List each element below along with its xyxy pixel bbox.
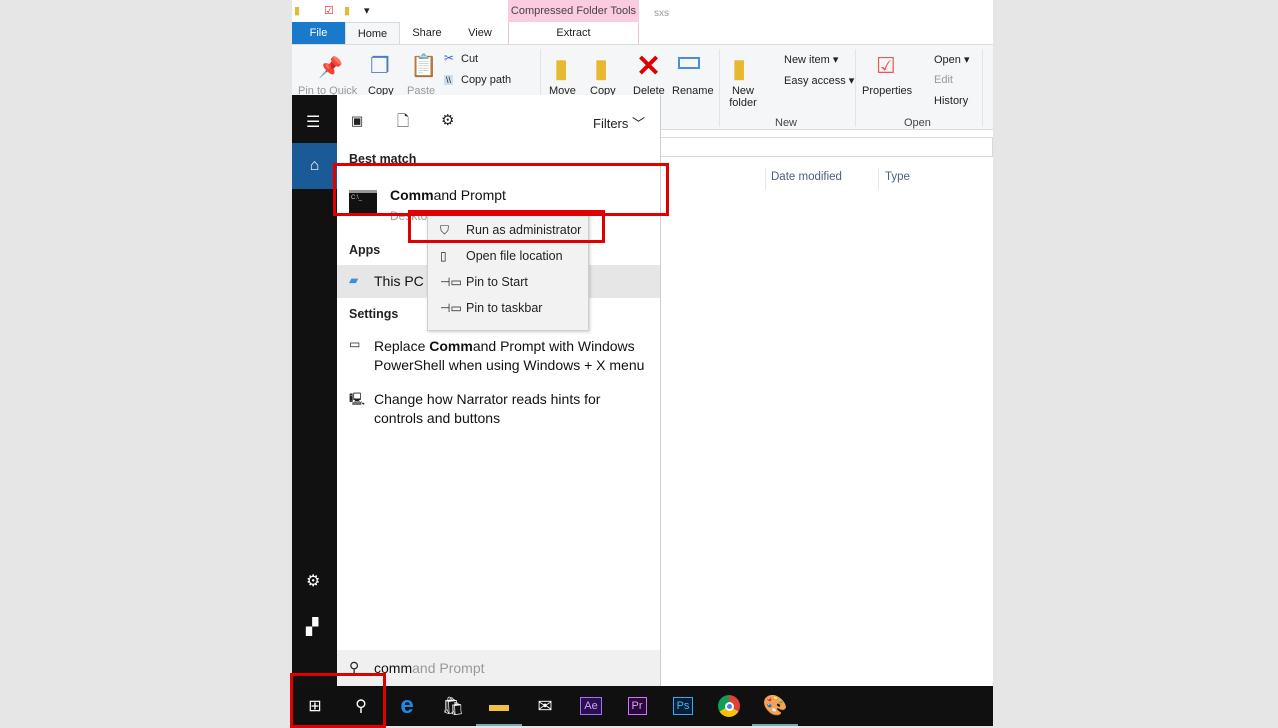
home-icon[interactable]: ⌂ xyxy=(292,143,337,189)
easy-access-button[interactable]: Easy access ▾ xyxy=(784,74,854,87)
column-type[interactable]: Type xyxy=(885,168,910,190)
window-title: sxs xyxy=(654,8,669,19)
premiere-icon[interactable]: Pr xyxy=(614,686,660,726)
ps-label: Ps xyxy=(672,697,694,715)
properties-icon[interactable]: ☑ xyxy=(324,4,334,20)
chevron-down-icon: ﹀ xyxy=(632,116,646,131)
mail-icon[interactable]: ✉ xyxy=(522,686,568,726)
settings-icon[interactable]: ⚙ xyxy=(306,571,320,591)
highlight-box-best-match xyxy=(333,163,669,216)
history-button[interactable]: History xyxy=(934,95,968,107)
highlight-box-start-search xyxy=(290,673,386,728)
tab-share[interactable]: Share xyxy=(402,22,452,44)
pin-icon: ⊣▭ xyxy=(440,275,462,289)
tab-file[interactable]: File xyxy=(292,22,345,44)
s-pre: Replace xyxy=(374,338,430,354)
folder-icon[interactable]: ▮ xyxy=(294,4,300,20)
new-folder-icon[interactable]: ▮ xyxy=(344,4,350,20)
pin-icon: ⊣▭ xyxy=(440,301,462,315)
menu-label: Pin to Start xyxy=(466,275,528,289)
start-rail: ☰ ⌂ ⚙ ▞ xyxy=(292,95,337,686)
column-divider[interactable] xyxy=(878,168,879,190)
paste-icon: 📋 xyxy=(410,53,438,78)
narrator-icon: 🖳 xyxy=(349,392,366,406)
customize-qat-icon[interactable]: ▾ xyxy=(364,4,370,20)
new-item-button[interactable]: New item ▾ xyxy=(784,53,838,66)
edit-button[interactable]: Edit xyxy=(934,74,953,86)
column-date-modified[interactable]: Date modified xyxy=(771,168,842,190)
copy-path-icon: \\ xyxy=(444,75,454,85)
filters-label: Filters xyxy=(593,116,629,131)
cut-icon: ✂ xyxy=(444,51,455,65)
settings-filter-icon[interactable]: ⚙ xyxy=(441,111,454,129)
tab-home[interactable]: Home xyxy=(345,22,400,44)
delete-icon: ✕ xyxy=(636,50,662,83)
menu-label: Open file location xyxy=(466,249,563,263)
divider xyxy=(719,49,720,127)
laptop-icon: ▭ xyxy=(349,337,361,351)
copy-to-icon: ▮ xyxy=(594,53,609,83)
group-label-open: Open xyxy=(904,117,931,129)
cut-button[interactable]: Cut xyxy=(461,53,478,65)
setting-item-narrator[interactable]: Change how Narrator reads hints for cont… xyxy=(374,390,634,428)
filters-dropdown[interactable]: Filters ﹀ xyxy=(593,113,645,132)
column-divider[interactable] xyxy=(765,168,766,190)
new-folder-icon: ▮ xyxy=(732,53,747,83)
setting-item-powershell[interactable]: Replace Command Prompt with Windows Powe… xyxy=(374,337,654,375)
search-suggestion: and Prompt xyxy=(412,660,485,676)
store-icon[interactable]: 🛍 xyxy=(430,686,476,726)
tab-extract[interactable]: Extract xyxy=(508,22,639,44)
photoshop-icon[interactable]: Ps xyxy=(660,686,706,726)
menu-item-pin-to-taskbar[interactable]: ⊣▭ Pin to taskbar xyxy=(428,295,588,321)
menu-item-pin-to-start[interactable]: ⊣▭ Pin to Start xyxy=(428,269,588,295)
menu-icon[interactable]: ☰ xyxy=(306,112,320,132)
menu-label: Pin to taskbar xyxy=(466,301,543,315)
open-button[interactable]: Open ▾ xyxy=(934,53,970,66)
after-effects-icon[interactable]: Ae xyxy=(568,686,614,726)
app-label: This PC xyxy=(374,273,424,289)
edge-icon[interactable]: e xyxy=(384,686,430,726)
file-explorer-icon[interactable]: ▬ xyxy=(476,686,522,726)
divider xyxy=(982,49,983,127)
apps-filter-icon[interactable]: ▣ xyxy=(351,113,363,129)
apps-header: Apps xyxy=(349,243,381,257)
file-location-icon: ▯ xyxy=(440,249,447,263)
computer-icon: ▰ xyxy=(349,273,359,287)
move-to-icon: ▮ xyxy=(554,53,569,83)
s-bold: Comm xyxy=(429,338,473,354)
chrome-icon[interactable] xyxy=(706,686,752,726)
feedback-icon[interactable]: ▞ xyxy=(306,617,318,637)
copy-path-button[interactable]: Copy path xyxy=(461,74,511,86)
highlight-box-run-as-admin xyxy=(408,210,605,243)
properties-icon: ☑ xyxy=(876,53,896,78)
divider xyxy=(855,49,856,127)
rename-icon xyxy=(678,57,700,69)
tab-view[interactable]: View xyxy=(455,22,505,44)
settings-header: Settings xyxy=(349,307,399,321)
contextual-tab-group: Compressed Folder Tools xyxy=(508,0,639,22)
ae-label: Ae xyxy=(580,697,602,715)
menu-item-open-file-location[interactable]: ▯ Open file location xyxy=(428,243,588,269)
group-label-new: New xyxy=(775,117,798,129)
paint-icon[interactable]: 🎨 xyxy=(752,686,798,726)
taskbar: ⊞ ⚲ e 🛍 ▬ ✉ Ae Pr Ps 🎨 xyxy=(292,686,993,726)
rename-button[interactable]: Rename xyxy=(672,85,714,97)
pr-label: Pr xyxy=(627,697,647,715)
copy-icon: ❐ xyxy=(370,53,390,78)
documents-filter-icon[interactable]: 🗋 xyxy=(397,111,409,136)
pin-icon: 📌 xyxy=(318,57,343,79)
properties-button[interactable]: Properties xyxy=(862,85,912,97)
new-folder-button[interactable]: New folder xyxy=(728,85,758,109)
